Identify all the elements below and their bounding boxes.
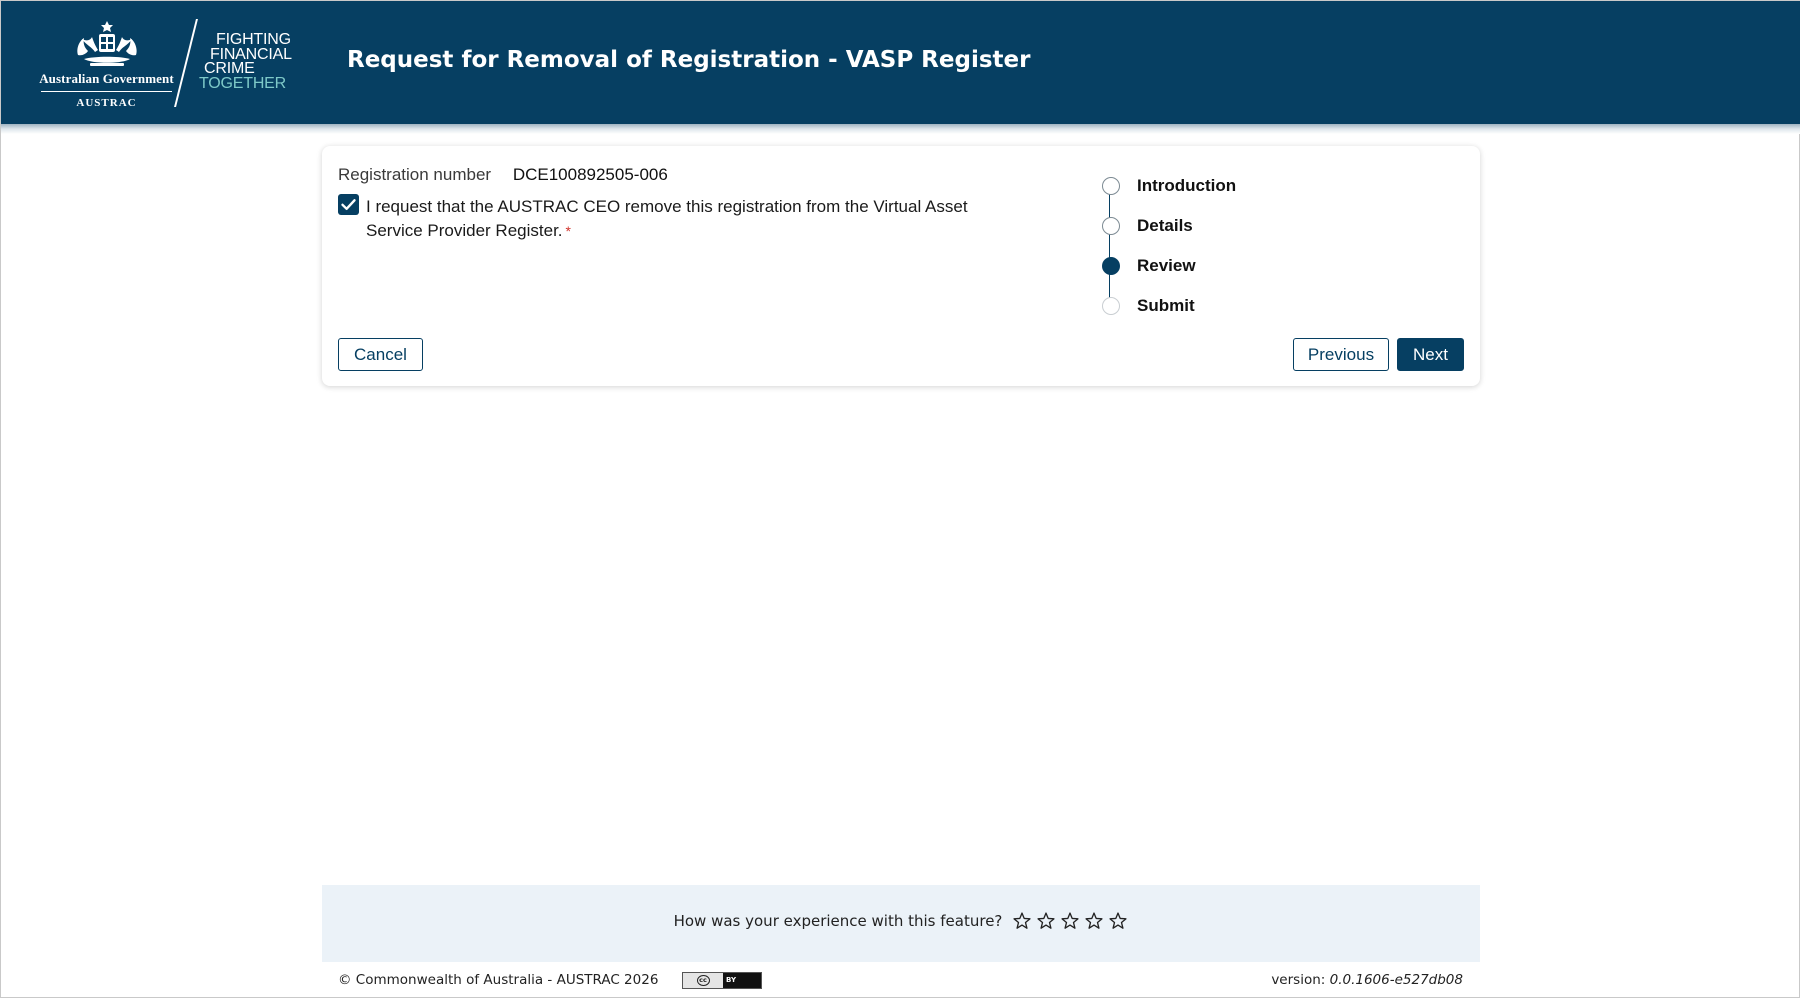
app-window: Australian Government AUSTRAC FIGHTING F… [0,0,1800,998]
step-label: Review [1137,256,1196,275]
step-label: Introduction [1137,176,1237,195]
step-review[interactable]: Review [1102,256,1196,276]
version-info: version: 0.0.1606-e527db08 [1271,972,1463,988]
step-indicator-icon [1102,297,1120,315]
australian-government-logo[interactable]: Australian Government AUSTRAC [39,19,174,109]
stepper-connector [1109,184,1110,304]
step-label: Details [1137,216,1193,235]
by-label: BY [723,973,761,988]
star-4-icon[interactable] [1084,911,1104,931]
registration-row: Registration number DCE100892505-006 [338,165,668,185]
form-card: Registration number DCE100892505-006 I r… [322,146,1480,386]
cc-icon: cc [683,973,723,988]
page-title: Request for Removal of Registration - VA… [347,47,1031,73]
request-text: I request that the AUSTRAC CEO remove th… [366,197,968,240]
required-marker: * [565,223,571,239]
copyright-text: © Commonwealth of Australia - AUSTRAC 20… [338,972,659,988]
registration-number: DCE100892505-006 [512,165,668,184]
request-statement: I request that the AUSTRAC CEO remove th… [366,195,1006,243]
header-shadow [1,124,1800,134]
star-1-icon[interactable] [1012,911,1032,931]
cc-logo-text: cc [696,975,710,986]
coat-of-arms-icon [76,21,137,66]
logo-divider [41,91,172,92]
step-indicator-icon [1102,257,1120,275]
registration-label: Registration number [338,165,492,184]
tagline-slash [174,19,198,107]
star-rating [1012,911,1128,931]
feedback-panel: How was your experience with this featur… [322,885,1480,962]
step-indicator-icon [1102,217,1120,235]
step-introduction[interactable]: Introduction [1102,176,1236,196]
agency-name: AUSTRAC [76,97,137,109]
star-5-icon[interactable] [1108,911,1128,931]
tagline-line: TOGETHER [199,74,287,92]
request-removal-checkbox[interactable] [338,194,359,215]
step-label: Submit [1137,296,1195,315]
version-label: version: [1271,972,1326,988]
step-indicator-icon [1102,177,1120,195]
version-number: 0.0.1606-e527db08 [1329,972,1463,988]
feedback-question: How was your experience with this featur… [673,912,1003,930]
step-details[interactable]: Details [1102,216,1193,236]
next-button[interactable]: Next [1397,338,1464,371]
cancel-button[interactable]: Cancel [338,338,423,371]
site-header: Australian Government AUSTRAC FIGHTING F… [1,1,1800,124]
step-submit[interactable]: Submit [1102,296,1195,316]
star-2-icon[interactable] [1036,911,1056,931]
cc-by-license-badge[interactable]: cc BY [682,972,762,989]
checkmark-icon [341,199,356,210]
previous-button[interactable]: Previous [1293,338,1389,371]
progress-stepper: Introduction Details Review Submit [1102,170,1362,320]
feedback-row: How was your experience with this featur… [322,911,1480,931]
gov-name: Australian Government [39,71,174,86]
star-3-icon[interactable] [1060,911,1080,931]
tagline: FIGHTING FINANCIAL CRIME TOGETHER [199,32,292,92]
